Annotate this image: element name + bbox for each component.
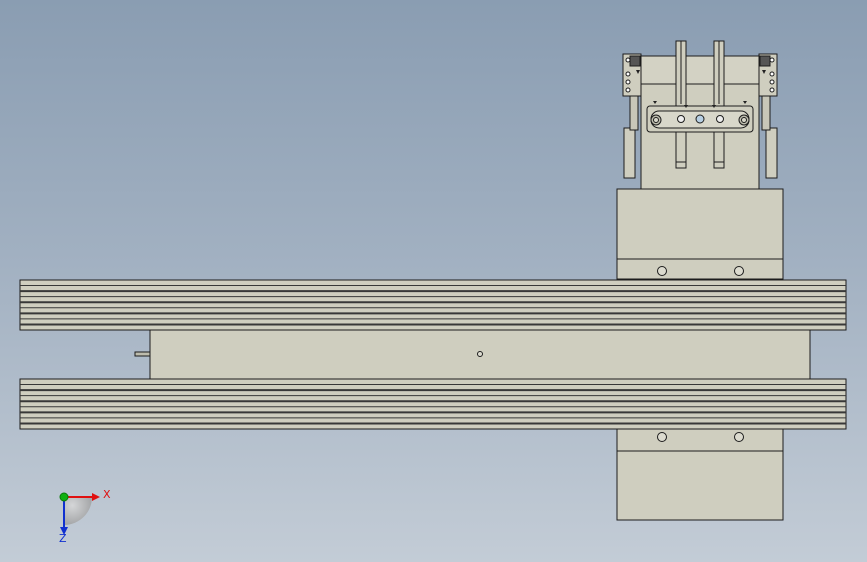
bolt-hole xyxy=(734,432,744,442)
triad-shade-sphere xyxy=(64,497,92,525)
cad-viewport[interactable]: X Z xyxy=(0,0,867,562)
upper-carriage[interactable] xyxy=(616,188,784,280)
base-plate[interactable] xyxy=(134,329,811,381)
gripper-assembly[interactable] xyxy=(622,40,778,191)
linear-rail-upper[interactable] xyxy=(19,279,847,331)
x-axis-label: X xyxy=(103,488,111,501)
center-hole xyxy=(477,351,483,357)
y-axis-origin-icon xyxy=(59,492,69,502)
linear-rail-lower[interactable] xyxy=(19,378,847,430)
bolt-hole xyxy=(657,432,667,442)
axis-triad[interactable]: X Z xyxy=(59,488,111,545)
z-axis-label: Z xyxy=(59,532,67,545)
bolt-hole xyxy=(734,266,744,276)
end-pin xyxy=(134,351,151,357)
cad-drawing: X Z xyxy=(19,40,847,545)
gripper-top-cap xyxy=(640,55,760,85)
right-finger xyxy=(765,127,778,179)
bolt-hole xyxy=(657,266,667,276)
lower-carriage[interactable] xyxy=(616,428,784,521)
left-finger xyxy=(623,127,636,179)
